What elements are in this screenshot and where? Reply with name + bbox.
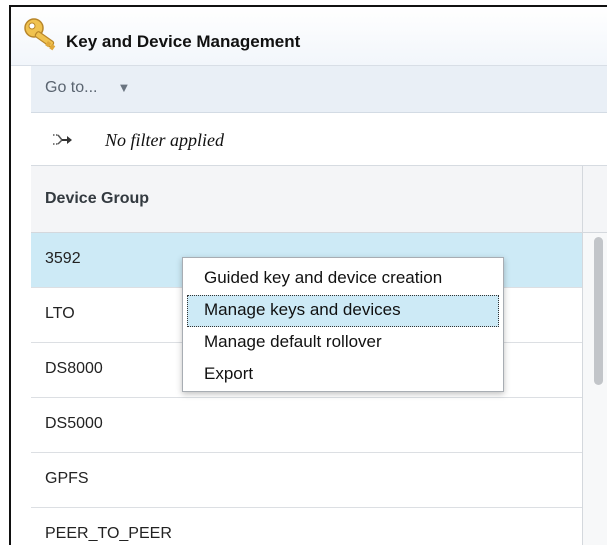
- window-title: Key and Device Management: [66, 32, 301, 51]
- menu-item-guided-creation[interactable]: Guided key and device creation: [187, 263, 499, 295]
- filter-status-text: No filter applied: [105, 130, 224, 150]
- table-row[interactable]: DS5000: [31, 398, 607, 453]
- context-menu: Guided key and device creation Manage ke…: [182, 257, 504, 392]
- vertical-scrollbar[interactable]: [582, 233, 607, 545]
- chevron-down-icon: ▼: [117, 80, 131, 95]
- menu-item-export[interactable]: Export: [187, 359, 499, 391]
- device-group-cell: 3592: [45, 250, 81, 267]
- menu-item-manage-default-rollover[interactable]: Manage default rollover: [187, 327, 499, 359]
- device-group-cell: DS8000: [45, 360, 103, 377]
- menu-item-manage-keys-devices[interactable]: Manage keys and devices: [187, 295, 499, 327]
- table-row[interactable]: PEER_TO_PEER: [31, 508, 607, 545]
- filter-bar: No filter applied: [31, 113, 607, 166]
- title-bar: Key and Device Management: [11, 7, 607, 66]
- scrollbar-thumb[interactable]: [594, 237, 603, 385]
- device-group-cell: GPFS: [45, 470, 89, 487]
- column-divider: [582, 166, 583, 232]
- device-group-cell: LTO: [45, 305, 75, 322]
- table-row[interactable]: GPFS: [31, 453, 607, 508]
- column-header-device-group[interactable]: Device Group: [45, 190, 149, 208]
- device-group-cell: DS5000: [45, 415, 103, 432]
- filter-arrows-icon[interactable]: [51, 130, 75, 150]
- table-header: Device Group: [31, 166, 607, 233]
- goto-dropdown[interactable]: Go to... ▼: [45, 79, 130, 97]
- toolbar: Go to... ▼: [31, 66, 607, 113]
- key-icon: [21, 17, 61, 53]
- goto-label: Go to...: [45, 79, 98, 96]
- device-group-cell: PEER_TO_PEER: [45, 525, 172, 542]
